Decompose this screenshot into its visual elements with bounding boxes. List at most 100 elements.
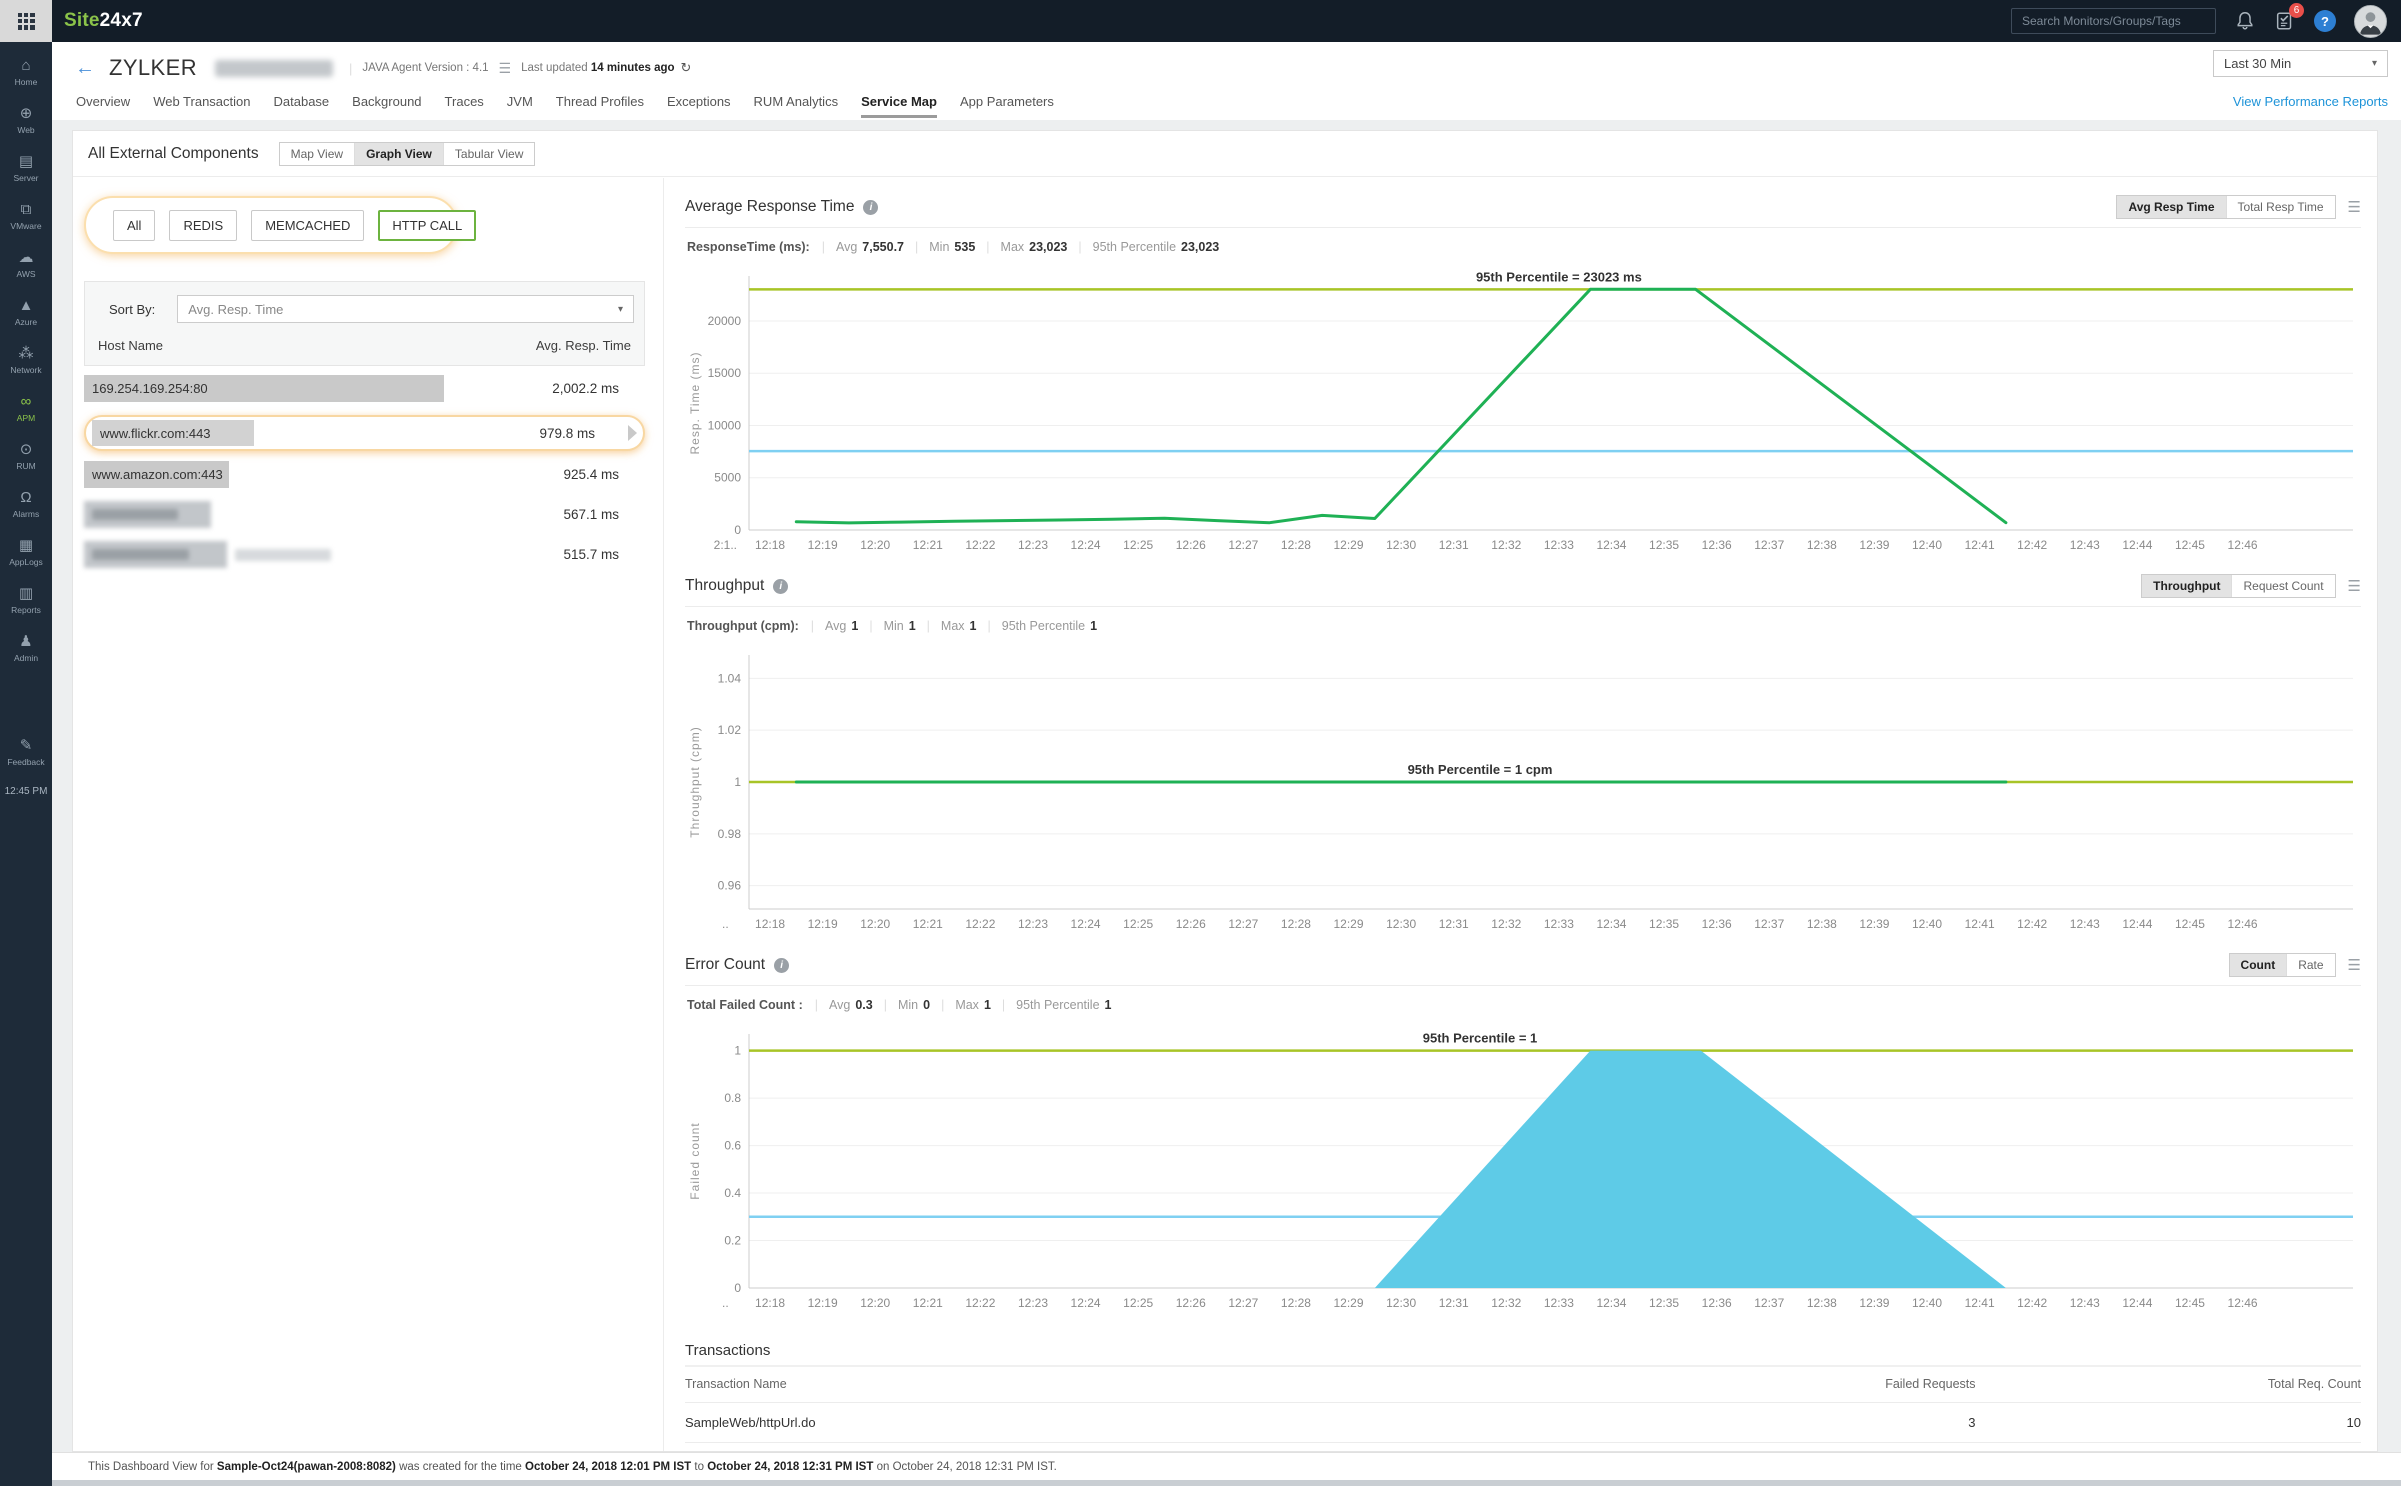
home-icon: ⌂ [21, 56, 31, 74]
web-icon: ⊕ [19, 104, 33, 122]
svg-text:2:1..: 2:1.. [714, 538, 737, 552]
feedback-icon: ✎ [19, 736, 33, 754]
chart-menu-icon[interactable]: ☰ [2348, 198, 2361, 216]
tab-traces[interactable]: Traces [445, 94, 484, 118]
svg-text:12:43: 12:43 [2070, 1296, 2100, 1310]
svg-text:12:32: 12:32 [1491, 1296, 1521, 1310]
table-row[interactable]: SampleWeb/httpUrl.do 3 10 [685, 1402, 2361, 1443]
filter-memcached-button[interactable]: MEMCACHED [251, 209, 365, 241]
total-req-count-column-header: Total Req. Count [1975, 1365, 2361, 1403]
count-toggle-button[interactable]: Count [2229, 954, 2288, 976]
tab-app-parameters[interactable]: App Parameters [960, 94, 1054, 118]
host-row[interactable]: 567.1 ms [84, 501, 645, 528]
app-grid-button[interactable] [0, 0, 52, 42]
sidebar-item-reports[interactable]: ▥ Reports [0, 576, 52, 624]
sidebar-item-rum[interactable]: ⊙ RUM [0, 432, 52, 480]
notifications-bell-icon[interactable] [2234, 10, 2256, 32]
sidebar-item-applogs[interactable]: ▦ AppLogs [0, 528, 52, 576]
refresh-icon[interactable]: ↻ [681, 60, 692, 76]
sidebar-item-alarms[interactable]: Ω Alarms [0, 480, 52, 528]
svg-text:12:21: 12:21 [913, 1296, 943, 1310]
sidebar-item-vmware[interactable]: ⧉ VMware [0, 192, 52, 240]
tab-web-transaction[interactable]: Web Transaction [153, 94, 250, 118]
sidebar-item-home[interactable]: ⌂ Home [0, 48, 52, 96]
time-range-dropdown[interactable]: Last 30 Min ▾ [2213, 50, 2388, 77]
tab-background[interactable]: Background [352, 94, 421, 118]
tab-rum-analytics[interactable]: RUM Analytics [754, 94, 839, 118]
svg-text:12:34: 12:34 [1596, 538, 1626, 552]
sidebar-item-server[interactable]: ▤ Server [0, 144, 52, 192]
search-input[interactable] [2011, 8, 2216, 34]
chart-menu-icon[interactable]: ☰ [2348, 956, 2361, 974]
sidebar-item-network[interactable]: ⁂ Network [0, 336, 52, 384]
page-header: ← ZYLKER | JAVA Agent Version : 4.1 ☰ La… [52, 42, 2401, 120]
host-row[interactable]: 169.254.169.254:80 2,002.2 ms [84, 375, 645, 402]
svg-text:12:40: 12:40 [1912, 538, 1942, 552]
back-arrow-icon[interactable]: ← [75, 58, 95, 78]
svg-text:1.02: 1.02 [718, 723, 742, 737]
response-time-bar: www.amazon.com:443 [84, 461, 229, 488]
tab-thread-profiles[interactable]: Thread Profiles [556, 94, 644, 118]
tab-service-map[interactable]: Service Map [861, 94, 937, 118]
response-time-bar: www.flickr.com:443 [92, 420, 254, 446]
svg-text:12:23: 12:23 [1018, 917, 1048, 931]
chart-menu-icon[interactable]: ☰ [2348, 577, 2361, 595]
sidebar-item-admin[interactable]: ♟ Admin [0, 624, 52, 672]
view-toggle: Map View Graph View Tabular View [278, 141, 536, 166]
sidebar-item-apm[interactable]: ∞ APM [0, 384, 52, 432]
server-icon: ▤ [18, 152, 34, 170]
last-updated-label: Last updated 14 minutes ago [521, 62, 675, 74]
main-area: ← ZYLKER | JAVA Agent Version : 4.1 ☰ La… [52, 42, 2401, 1486]
avg-response-time-chart: 0 5000 10000 15000 20000 Resp. Time (ms) 2:1..… [685, 262, 2361, 557]
svg-text:12:32: 12:32 [1491, 917, 1521, 931]
svg-text:12:39: 12:39 [1859, 1296, 1889, 1310]
svg-text:12:22: 12:22 [965, 917, 995, 931]
rate-toggle-button[interactable]: Rate [2287, 954, 2334, 976]
svg-text:12:20: 12:20 [860, 917, 890, 931]
svg-text:12:26: 12:26 [1176, 538, 1206, 552]
svg-text:12:19: 12:19 [808, 917, 838, 931]
svg-text:20000: 20000 [708, 314, 742, 328]
agent-version-label: JAVA Agent Version : 4.1 [362, 62, 489, 74]
tab-jvm[interactable]: JVM [507, 94, 533, 118]
view-performance-reports-link[interactable]: View Performance Reports [2233, 94, 2388, 118]
host-row[interactable]: www.amazon.com:443 925.4 ms [84, 461, 645, 488]
filter-redis-button[interactable]: REDIS [169, 209, 238, 241]
throughput-toggle-button[interactable]: Throughput [2142, 575, 2233, 597]
help-icon[interactable]: ? [2314, 10, 2336, 32]
svg-text:12:41: 12:41 [1965, 538, 1995, 552]
map-view-button[interactable]: Map View [280, 142, 356, 165]
sidebar-item-aws[interactable]: ☁ AWS [0, 240, 52, 288]
svg-text:1.04: 1.04 [718, 671, 742, 685]
throughput-section: Throughput Throughput Request Count ☰ Th [685, 572, 2361, 936]
row-arrow-icon [628, 425, 637, 441]
sort-by-dropdown[interactable]: Avg. Resp. Time ▾ [177, 295, 634, 323]
tab-database[interactable]: Database [274, 94, 330, 118]
graph-view-button[interactable]: Graph View [355, 142, 444, 165]
total-resp-time-toggle-button[interactable]: Total Resp Time [2227, 196, 2335, 218]
svg-text:12:34: 12:34 [1596, 917, 1626, 931]
svg-text:..: .. [722, 1296, 729, 1310]
tab-overview[interactable]: Overview [76, 94, 130, 118]
host-list: 169.254.169.254:80 2,002.2 ms www.flickr… [84, 375, 645, 568]
host-row-selected[interactable]: www.flickr.com:443 979.8 ms [84, 415, 645, 451]
sidebar-item-web[interactable]: ⊕ Web [0, 96, 52, 144]
hamburger-icon[interactable]: ☰ [499, 60, 512, 77]
request-count-toggle-button[interactable]: Request Count [2232, 575, 2334, 597]
monitor-title: ZYLKER [109, 55, 197, 80]
svg-text:12:36: 12:36 [1702, 917, 1732, 931]
response-time-bar-redacted [84, 501, 211, 528]
filter-http-call-button[interactable]: HTTP CALL [378, 209, 477, 241]
throughput-chart: 0.96 0.98 1 1.02 1.04 Throughput (cpm).. 12:18… [685, 641, 2361, 936]
sidebar-item-feedback[interactable]: ✎ Feedback [0, 728, 52, 776]
sidebar-item-azure[interactable]: ▲ Azure [0, 288, 52, 336]
azure-icon: ▲ [18, 296, 34, 314]
filter-all-button[interactable]: All [113, 209, 156, 241]
tabular-view-button[interactable]: Tabular View [444, 143, 534, 165]
tasks-icon[interactable]: 6 [2274, 3, 2304, 32]
avg-resp-time-toggle-button[interactable]: Avg Resp Time [2117, 196, 2227, 218]
user-avatar[interactable] [2354, 4, 2387, 38]
tab-exceptions[interactable]: Exceptions [667, 94, 731, 118]
host-row[interactable]: 515.7 ms [84, 541, 645, 568]
topbar: Site24x7 6 ? [0, 0, 2401, 42]
